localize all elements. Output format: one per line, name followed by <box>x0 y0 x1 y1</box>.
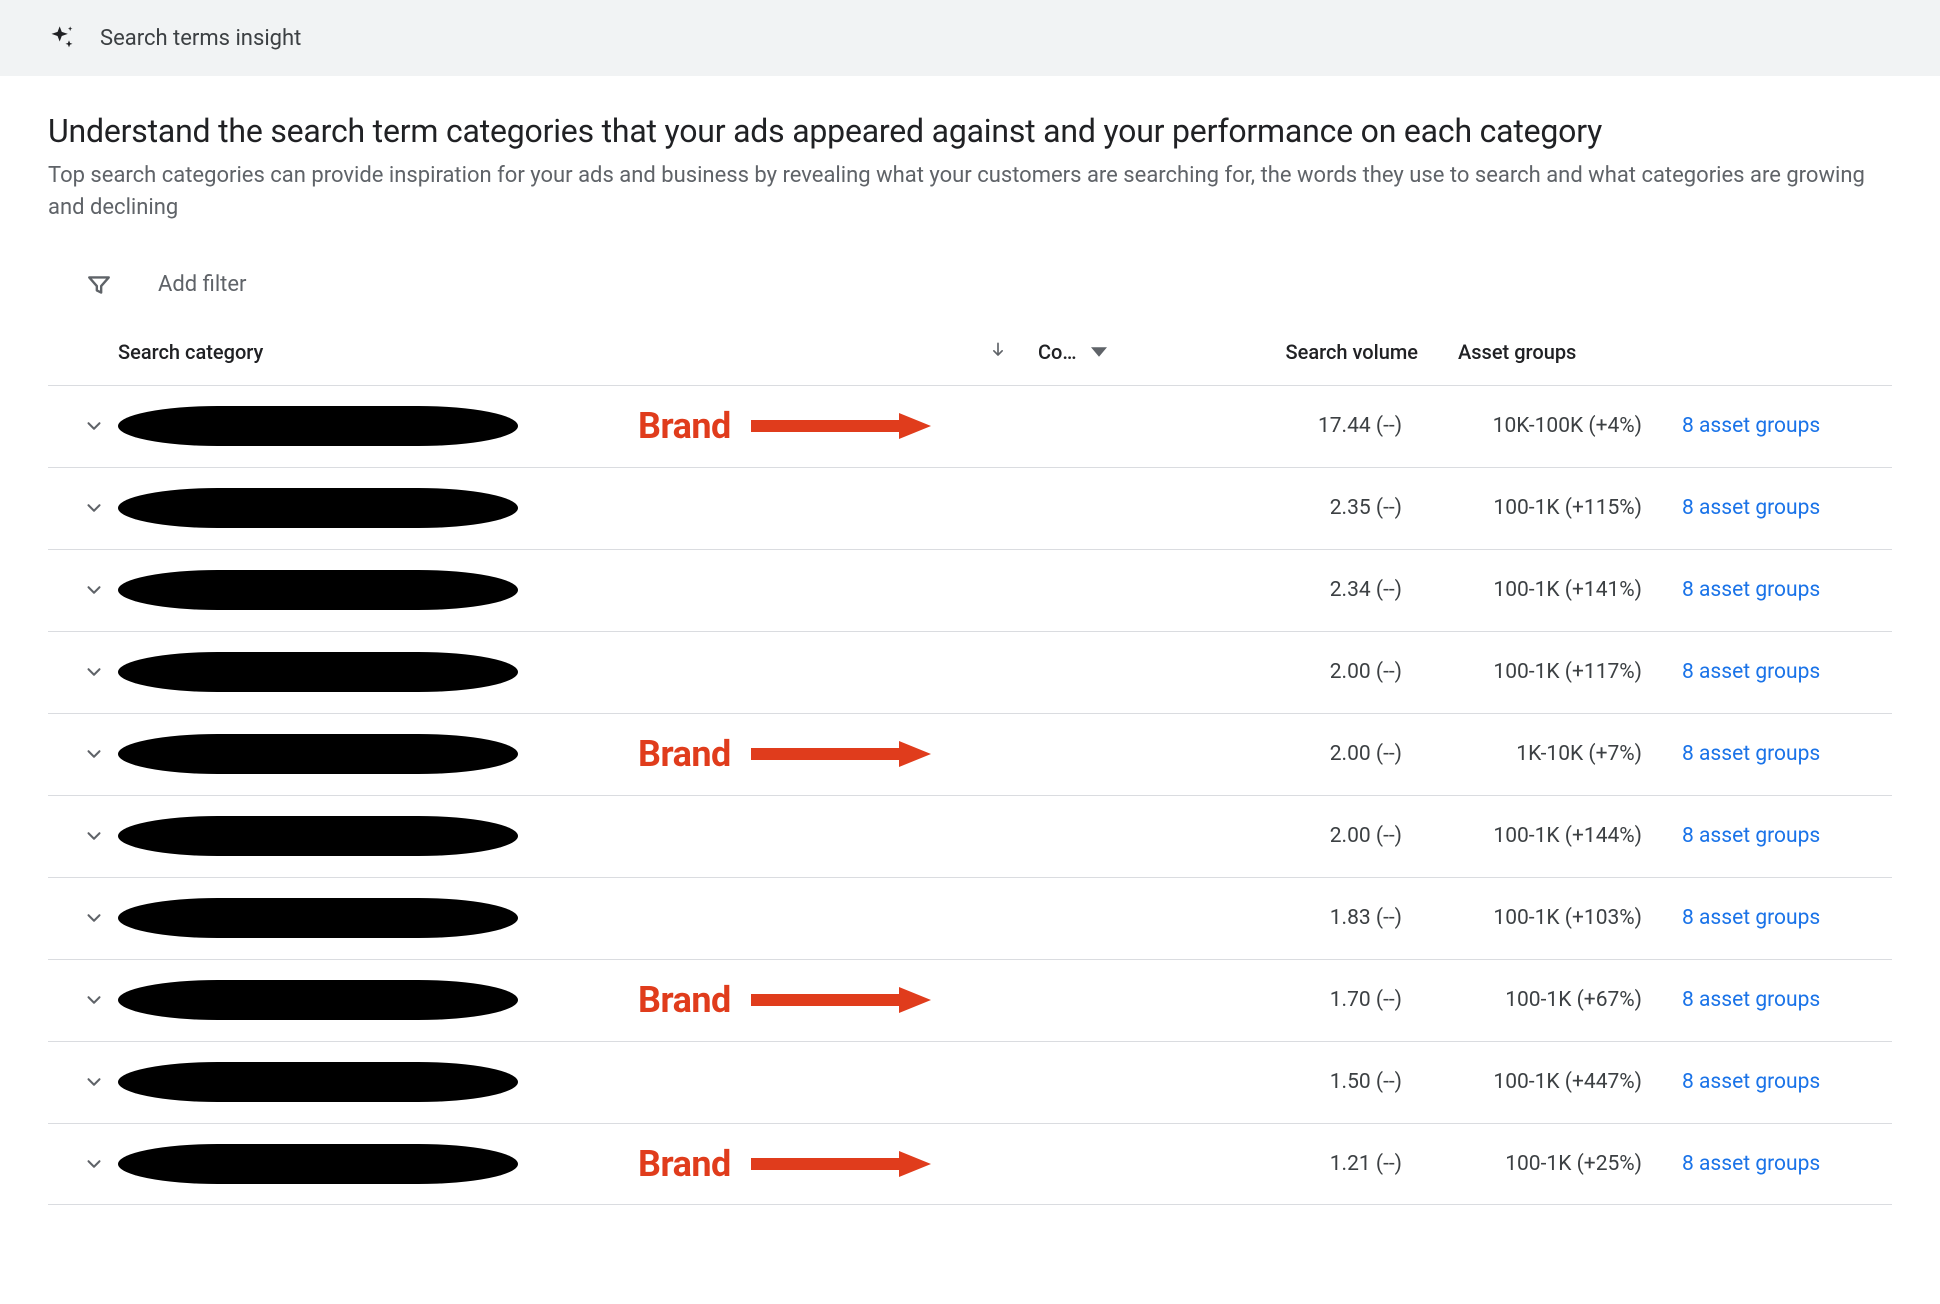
cell-asset-groups: 8 asset groups <box>1672 1152 1892 1176</box>
chevron-down-icon[interactable] <box>70 579 118 601</box>
redacted-category-name <box>118 734 518 774</box>
filter-icon[interactable] <box>86 272 112 298</box>
col-header-search-volume[interactable]: Search volume <box>1188 340 1448 364</box>
cell-conversions: 2.35 (--) <box>1232 496 1422 520</box>
annotation-area: Brand <box>518 405 1232 447</box>
cell-asset-groups: 8 asset groups <box>1672 906 1892 930</box>
table-header-row: Search category Co… Search volume Asset … <box>48 328 1892 385</box>
cell-search-volume: 100-1K (+103%) <box>1422 906 1672 930</box>
arrow-right-icon <box>751 739 931 769</box>
cell-asset-groups: 8 asset groups <box>1672 988 1892 1012</box>
col-header-search-category[interactable]: Search category <box>48 340 948 364</box>
cell-asset-groups: 8 asset groups <box>1672 496 1892 520</box>
col-header-conversions[interactable]: Co… <box>1008 340 1188 364</box>
asset-groups-link[interactable]: 8 asset groups <box>1682 906 1820 930</box>
cell-conversions: 2.00 (--) <box>1232 742 1422 766</box>
redacted-category-name <box>118 898 518 938</box>
cell-conversions: 1.50 (--) <box>1232 1070 1422 1094</box>
chevron-down-icon[interactable] <box>70 661 118 683</box>
asset-groups-link[interactable]: 8 asset groups <box>1682 660 1820 684</box>
cell-asset-groups: 8 asset groups <box>1672 824 1892 848</box>
chevron-down-icon[interactable] <box>70 1071 118 1093</box>
cell-search-volume: 100-1K (+115%) <box>1422 496 1672 520</box>
asset-groups-link[interactable]: 8 asset groups <box>1682 1070 1820 1094</box>
cell-conversions: 1.83 (--) <box>1232 906 1422 930</box>
cell-asset-groups: 8 asset groups <box>1672 742 1892 766</box>
cell-asset-groups: 8 asset groups <box>1672 414 1892 438</box>
col-header-conversions-label: Co… <box>1038 340 1077 364</box>
cell-conversions: 17.44 (--) <box>1232 414 1422 438</box>
add-filter-button[interactable]: Add filter <box>158 272 246 297</box>
sort-indicator[interactable] <box>948 340 1008 365</box>
annotation-area: Brand <box>518 1143 1232 1185</box>
brand-annotation-label: Brand <box>638 979 731 1021</box>
cell-search-volume: 100-1K (+144%) <box>1422 824 1672 848</box>
cell-conversions: 1.70 (--) <box>1232 988 1422 1012</box>
cell-search-volume: 100-1K (+25%) <box>1422 1152 1672 1176</box>
table-row[interactable]: 2.34 (--) 100-1K (+141%) 8 asset groups <box>48 549 1892 631</box>
table-row[interactable]: 2.00 (--) 100-1K (+117%) 8 asset groups <box>48 631 1892 713</box>
chevron-down-icon[interactable] <box>70 415 118 437</box>
asset-groups-link[interactable]: 8 asset groups <box>1682 578 1820 602</box>
table-row[interactable]: 2.35 (--) 100-1K (+115%) 8 asset groups <box>48 467 1892 549</box>
chevron-down-icon[interactable] <box>70 989 118 1011</box>
asset-groups-link[interactable]: 8 asset groups <box>1682 742 1820 766</box>
page-headline: Understand the search term categories th… <box>48 112 1892 150</box>
table-row[interactable]: Brand 1.70 (--) 100-1K (+67%) 8 asset gr… <box>48 959 1892 1041</box>
arrow-down-icon <box>988 340 1008 360</box>
chevron-down-icon[interactable] <box>70 907 118 929</box>
cell-search-volume: 100-1K (+141%) <box>1422 578 1672 602</box>
cell-search-volume: 1K-10K (+7%) <box>1422 742 1672 766</box>
chevron-down-icon[interactable] <box>70 1153 118 1175</box>
arrow-right-icon <box>751 411 931 441</box>
annotation-area: Brand <box>518 979 1232 1021</box>
asset-groups-link[interactable]: 8 asset groups <box>1682 824 1820 848</box>
cell-asset-groups: 8 asset groups <box>1672 578 1892 602</box>
redacted-category-name <box>118 1062 518 1102</box>
brand-annotation-label: Brand <box>638 405 731 447</box>
cell-search-volume: 100-1K (+117%) <box>1422 660 1672 684</box>
asset-groups-link[interactable]: 8 asset groups <box>1682 414 1820 438</box>
asset-groups-link[interactable]: 8 asset groups <box>1682 1152 1820 1176</box>
table-row[interactable]: Brand 2.00 (--) 1K-10K (+7%) 8 asset gro… <box>48 713 1892 795</box>
table-row[interactable]: Brand 17.44 (--) 10K-100K (+4%) 8 asset … <box>48 385 1892 467</box>
table-row[interactable]: 1.50 (--) 100-1K (+447%) 8 asset groups <box>48 1041 1892 1123</box>
search-terms-table: Search category Co… Search volume Asset … <box>48 328 1892 1205</box>
table-row[interactable]: Brand 1.21 (--) 100-1K (+25%) 8 asset gr… <box>48 1123 1892 1205</box>
redacted-category-name <box>118 406 518 446</box>
annotation-area: Brand <box>518 733 1232 775</box>
insight-header-bar: Search terms insight <box>0 0 1940 76</box>
cell-conversions: 1.21 (--) <box>1232 1152 1422 1176</box>
brand-annotation-label: Brand <box>638 1143 731 1185</box>
redacted-category-name <box>118 816 518 856</box>
arrow-right-icon <box>751 985 931 1015</box>
cell-search-volume: 100-1K (+447%) <box>1422 1070 1672 1094</box>
cell-conversions: 2.00 (--) <box>1232 824 1422 848</box>
asset-groups-link[interactable]: 8 asset groups <box>1682 988 1820 1012</box>
table-row[interactable]: 1.83 (--) 100-1K (+103%) 8 asset groups <box>48 877 1892 959</box>
cell-conversions: 2.34 (--) <box>1232 578 1422 602</box>
cell-search-volume: 100-1K (+67%) <box>1422 988 1672 1012</box>
table-row[interactable]: 2.00 (--) 100-1K (+144%) 8 asset groups <box>48 795 1892 877</box>
chevron-down-icon[interactable] <box>70 497 118 519</box>
cell-search-volume: 10K-100K (+4%) <box>1422 414 1672 438</box>
dropdown-arrow-icon <box>1091 344 1107 360</box>
brand-annotation-label: Brand <box>638 733 731 775</box>
chevron-down-icon[interactable] <box>70 825 118 847</box>
redacted-category-name <box>118 980 518 1020</box>
arrow-right-icon <box>751 1149 931 1179</box>
sparkle-icon <box>48 24 76 52</box>
cell-asset-groups: 8 asset groups <box>1672 1070 1892 1094</box>
page-subhead: Top search categories can provide inspir… <box>48 160 1868 224</box>
col-header-asset-groups[interactable]: Asset groups <box>1448 340 1658 364</box>
redacted-category-name <box>118 570 518 610</box>
asset-groups-link[interactable]: 8 asset groups <box>1682 496 1820 520</box>
cell-conversions: 2.00 (--) <box>1232 660 1422 684</box>
redacted-category-name <box>118 488 518 528</box>
redacted-category-name <box>118 1144 518 1184</box>
redacted-category-name <box>118 652 518 692</box>
chevron-down-icon[interactable] <box>70 743 118 765</box>
insight-header-label: Search terms insight <box>100 26 301 51</box>
cell-asset-groups: 8 asset groups <box>1672 660 1892 684</box>
